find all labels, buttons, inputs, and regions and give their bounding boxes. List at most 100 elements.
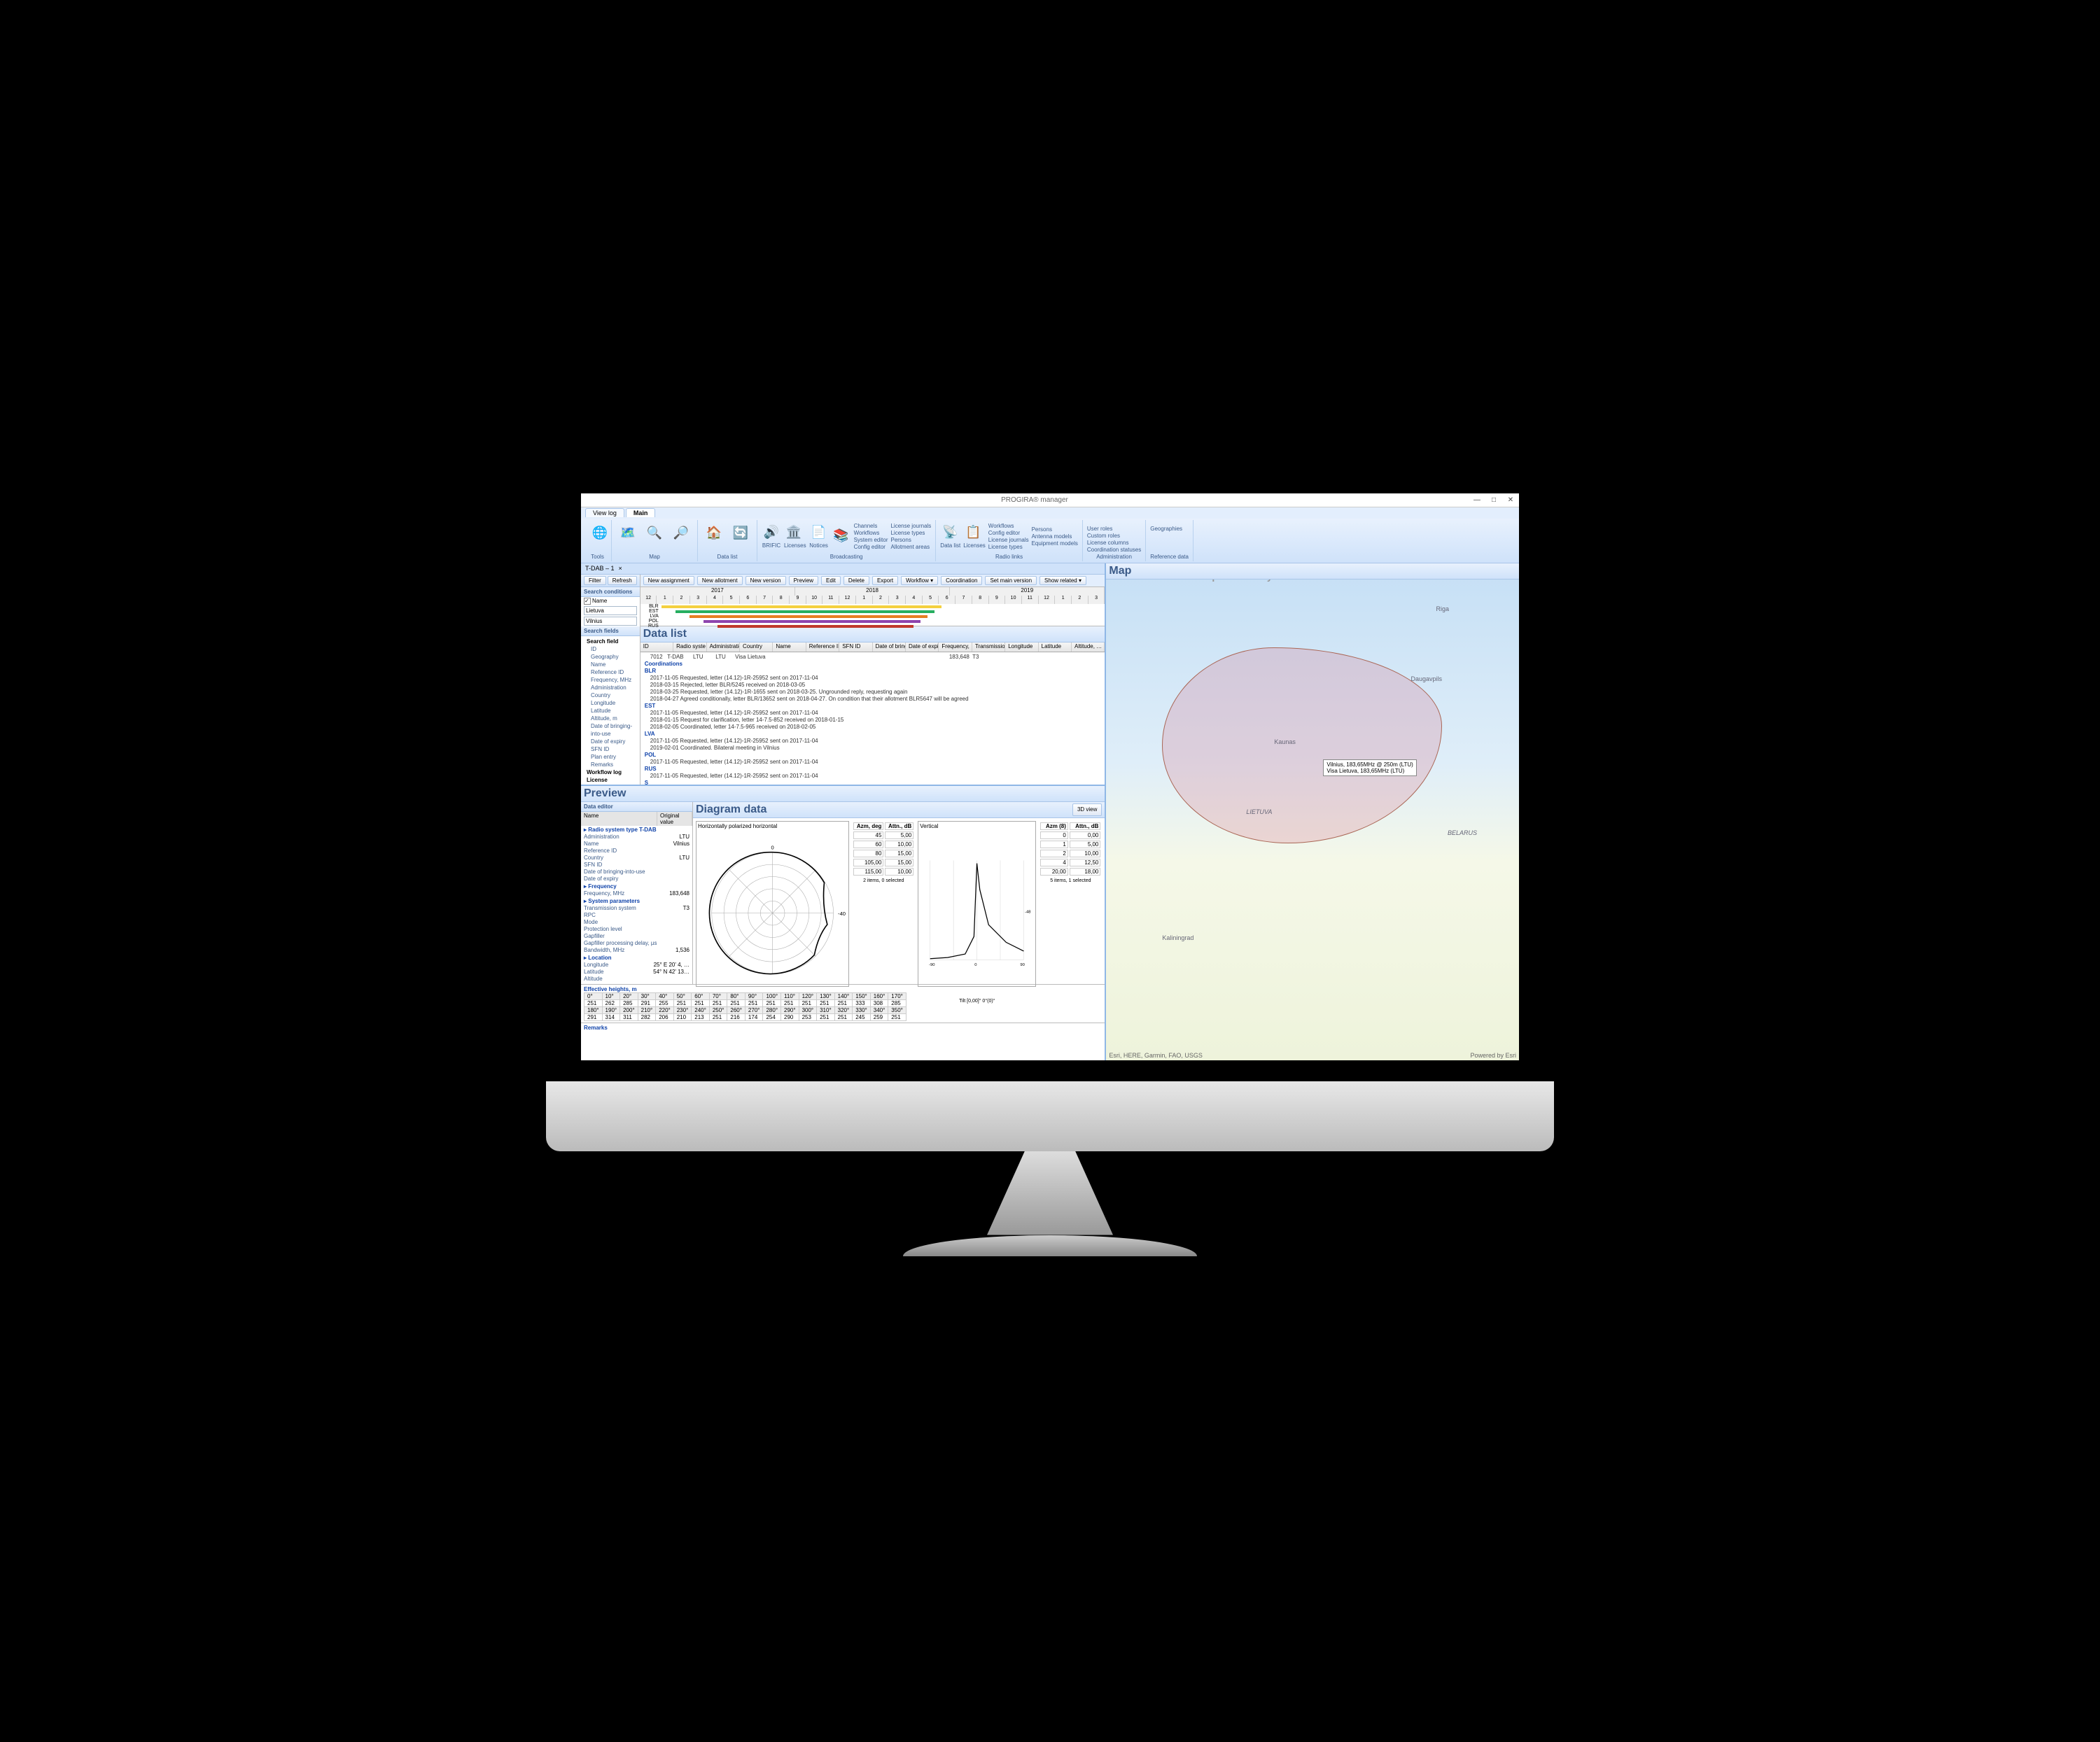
close-button[interactable]: ✕ bbox=[1505, 495, 1516, 505]
action-button[interactable]: Show related ▾ bbox=[1040, 576, 1086, 585]
action-button[interactable]: Workflow ▾ bbox=[901, 576, 938, 585]
admin-liccols[interactable]: License columns bbox=[1087, 540, 1141, 546]
action-button[interactable]: New assignment bbox=[643, 576, 694, 585]
close-tab-icon[interactable]: × bbox=[619, 565, 622, 572]
tree-item[interactable]: Date of bringing-into-use bbox=[584, 722, 637, 738]
tree-item[interactable]: Frequency, MHz bbox=[584, 676, 637, 684]
tree-item[interactable]: ID bbox=[584, 645, 637, 653]
speaker-icon[interactable]: 🔊 bbox=[762, 523, 781, 542]
tree-item[interactable]: Latitude bbox=[584, 707, 637, 715]
editor-row[interactable]: Mode bbox=[581, 919, 692, 926]
syseditor-link[interactable]: System editor bbox=[854, 537, 888, 543]
tree-item[interactable]: Reference ID bbox=[584, 668, 637, 676]
filter-button[interactable]: Filter bbox=[584, 576, 606, 585]
tree-item[interactable]: Name bbox=[584, 661, 637, 668]
tree-item[interactable]: Administration bbox=[584, 684, 637, 691]
3d-view-button[interactable]: 3D view bbox=[1072, 803, 1102, 816]
editor-row[interactable]: Frequency, MHz183,648 bbox=[581, 890, 692, 897]
tab-view-log[interactable]: View log bbox=[585, 508, 624, 517]
configeditor-link[interactable]: Config editor bbox=[854, 544, 888, 550]
itu-icon[interactable]: 🏛️ bbox=[784, 523, 804, 542]
action-button[interactable]: Edit bbox=[821, 576, 841, 585]
tree-item[interactable]: License bbox=[584, 776, 637, 784]
editor-row[interactable]: Longitude25° E 20' 4, … bbox=[581, 962, 692, 969]
action-button[interactable]: New version bbox=[746, 576, 786, 585]
editor-row[interactable]: ▸ Frequency bbox=[581, 883, 692, 890]
datalist-body[interactable]: 7012 T-DAB LTU LTU Visa Lietuva 183,648 … bbox=[640, 652, 1105, 785]
editor-row[interactable]: RPC bbox=[581, 912, 692, 919]
ref-geographies[interactable]: Geographies bbox=[1150, 526, 1189, 532]
search-input-2[interactable] bbox=[584, 617, 637, 626]
persons-link[interactable]: Persons bbox=[890, 537, 931, 543]
editor-row[interactable]: NameVilnius bbox=[581, 841, 692, 848]
action-button[interactable]: Export bbox=[872, 576, 898, 585]
channels-link[interactable]: Channels bbox=[854, 523, 888, 529]
vertical-table[interactable]: Azm (8)Attn., dB 00,0015,00210,00412,502… bbox=[1039, 821, 1102, 877]
admin-coordstat[interactable]: Coordination statuses bbox=[1087, 547, 1141, 553]
admin-customroles[interactable]: Custom roles bbox=[1087, 533, 1141, 539]
editor-row[interactable]: Transmission systemT3 bbox=[581, 905, 692, 912]
editor-row[interactable]: AdministrationLTU bbox=[581, 834, 692, 841]
allotment-link[interactable]: Allotment areas bbox=[890, 544, 931, 550]
refresh-button[interactable]: Refresh bbox=[608, 576, 637, 585]
license-icon[interactable]: 📋 bbox=[963, 523, 983, 542]
name-checkbox[interactable] bbox=[584, 598, 591, 605]
tree-item[interactable]: Search field bbox=[584, 638, 637, 645]
licjournals-link[interactable]: License journals bbox=[890, 523, 931, 529]
rl-antenna[interactable]: Antenna models bbox=[1032, 533, 1078, 540]
editor-row[interactable]: ▸ Radio system type T-DAB bbox=[581, 826, 692, 834]
admin-userroles[interactable]: User roles bbox=[1087, 526, 1141, 532]
action-button[interactable]: New allotment bbox=[697, 576, 743, 585]
search-icon[interactable]: 🔍 bbox=[643, 521, 666, 545]
tree-item[interactable]: Longitude bbox=[584, 699, 637, 707]
refresh-icon[interactable]: 🔄 bbox=[729, 521, 752, 545]
maximize-button[interactable]: □ bbox=[1488, 495, 1499, 505]
tree-item[interactable]: SFN ID bbox=[584, 745, 637, 753]
editor-row[interactable]: Gapfiller bbox=[581, 933, 692, 940]
minimize-button[interactable]: — bbox=[1471, 495, 1483, 505]
rl-config[interactable]: Config editor bbox=[988, 530, 1029, 536]
editor-row[interactable]: ▸ Location bbox=[581, 954, 692, 962]
map-panel[interactable]: Map Licensed For Developer Use Only Riga… bbox=[1106, 563, 1519, 1060]
editor-row[interactable]: Altitude bbox=[581, 976, 692, 983]
tree-item[interactable]: Workflow log bbox=[584, 768, 637, 776]
editor-row[interactable]: Date of bringing-into-use bbox=[581, 869, 692, 876]
editor-row[interactable]: SFN ID bbox=[581, 862, 692, 869]
tree-item[interactable]: Date of expiry bbox=[584, 738, 637, 745]
editor-row[interactable]: Latitude54° N 42' 13… bbox=[581, 969, 692, 976]
rl-persons[interactable]: Persons bbox=[1032, 526, 1078, 533]
tree-item[interactable]: Altitude, m bbox=[584, 715, 637, 722]
document-tab[interactable]: T-DAB – 1× bbox=[581, 563, 1105, 575]
workflows-link[interactable]: Workflows bbox=[854, 530, 888, 536]
tree-item[interactable]: Geography bbox=[584, 653, 637, 661]
editor-row[interactable]: Reference ID bbox=[581, 848, 692, 855]
lictypes-link[interactable]: License types bbox=[890, 530, 931, 536]
editor-row[interactable]: CountryLTU bbox=[581, 855, 692, 862]
map-icon[interactable]: 🗺️ bbox=[616, 521, 640, 545]
editor-row[interactable]: Date of expiry bbox=[581, 876, 692, 883]
rl-equipment[interactable]: Equipment models bbox=[1032, 540, 1078, 547]
azimuth-table[interactable]: Azm, degAttn., dB 455,006010,008015,0010… bbox=[852, 821, 915, 877]
home-icon[interactable]: 🏠 bbox=[702, 521, 726, 545]
search-input-1[interactable] bbox=[584, 606, 637, 615]
antenna-icon[interactable]: 📡 bbox=[940, 523, 960, 542]
tree-item[interactable]: Country bbox=[584, 691, 637, 699]
editor-row[interactable]: ▸ System parameters bbox=[581, 897, 692, 905]
editor-row[interactable]: Bandwidth, MHz1,536 bbox=[581, 947, 692, 954]
rl-types[interactable]: License types bbox=[988, 544, 1029, 550]
tree-item[interactable]: Remarks bbox=[584, 761, 637, 768]
editor-row[interactable]: Gapfiller processing delay, µs bbox=[581, 940, 692, 947]
rl-workflows[interactable]: Workflows bbox=[988, 523, 1029, 529]
app-logo-icon[interactable]: 🌐 bbox=[588, 521, 612, 545]
action-button[interactable]: Preview bbox=[789, 576, 818, 585]
action-button[interactable]: Coordination bbox=[941, 576, 982, 585]
tree-item[interactable]: Plan entry bbox=[584, 753, 637, 761]
rl-journals[interactable]: License journals bbox=[988, 537, 1029, 543]
action-button[interactable]: Delete bbox=[844, 576, 869, 585]
books-icon[interactable]: 📚 bbox=[832, 526, 851, 545]
document-icon[interactable]: 📄 bbox=[809, 523, 829, 542]
action-button[interactable]: Set main version bbox=[985, 576, 1037, 585]
zoom-icon[interactable]: 🔎 bbox=[669, 521, 693, 545]
editor-row[interactable]: Protection level bbox=[581, 926, 692, 933]
tab-main[interactable]: Main bbox=[626, 508, 656, 517]
